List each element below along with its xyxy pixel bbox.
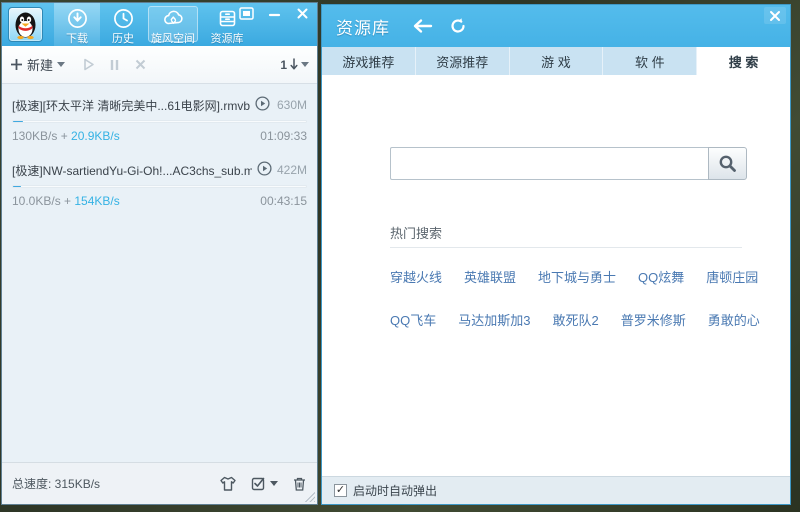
downloader-titlebar: 下载 历史 旋风空间 资源库 [2, 3, 317, 46]
speed-text: 10.0KB/s + 154KB/s [12, 194, 120, 208]
hot-link[interactable]: 马达加斯加3 [458, 310, 530, 329]
page-title: 资源库 [336, 14, 390, 39]
download-item[interactable]: [极速]NW-sartiendYu-Gi-Oh!...AC3chs_sub.mk… [12, 157, 307, 208]
progress-bar [12, 120, 307, 123]
file-size: 422M [277, 163, 307, 177]
tab-resource-recommend[interactable]: 资源推荐 [416, 47, 510, 75]
start-task-button[interactable] [75, 53, 101, 77]
resource-library-icon [217, 7, 238, 29]
file-name: [极速][环太平洋 清晰完美中...61电影网].rmvb [12, 97, 250, 114]
qq-penguin-logo[interactable] [8, 7, 43, 42]
autostart-label: 启动时自动弹出 [353, 482, 437, 499]
hot-link[interactable]: 穿越火线 [390, 267, 442, 286]
file-name: [极速]NW-sartiendYu-Gi-Oh!...AC3chs_sub.mk… [12, 162, 252, 179]
total-speed: 总速度: 315KB/s [12, 475, 100, 492]
hot-search-title: 热门搜索 [390, 223, 442, 242]
back-icon[interactable] [412, 18, 433, 34]
trash-icon[interactable] [292, 476, 307, 492]
hot-link[interactable]: 地下城与勇士 [538, 267, 616, 286]
sort-number: 1 [280, 58, 287, 72]
download-item[interactable]: [极速][环太平洋 清晰完美中...61电影网].rmvb 630M 130KB… [12, 92, 307, 143]
chevron-down-icon [57, 62, 65, 67]
progress-fill [13, 186, 21, 187]
tab-history[interactable]: 历史 [100, 3, 146, 46]
time-remaining: 00:43:15 [260, 194, 307, 208]
speed-text: 130KB/s + 20.9KB/s [12, 129, 120, 143]
file-size: 630M [277, 98, 307, 112]
window-controls [237, 6, 311, 21]
hot-link[interactable]: QQ炫舞 [638, 267, 684, 286]
search-icon [718, 154, 737, 173]
resource-tabs: 游戏推荐 资源推荐 游 戏 软 件 搜 索 [322, 47, 790, 75]
sort-button[interactable]: 1 [280, 58, 309, 72]
tab-download-label: 下载 [66, 30, 88, 46]
minimize-icon[interactable] [265, 6, 283, 21]
download-icon [67, 7, 88, 29]
hot-link[interactable]: 英雄联盟 [464, 267, 516, 286]
resource-library-titlebar: 资源库 [322, 5, 790, 47]
close-icon[interactable] [764, 7, 786, 24]
play-preview-icon[interactable] [255, 96, 270, 114]
batch-select-icon[interactable] [251, 476, 278, 491]
downloader-statusbar: 总速度: 315KB/s [2, 462, 317, 504]
close-icon[interactable] [293, 6, 311, 21]
search-button[interactable] [708, 147, 747, 180]
progress-fill [13, 121, 23, 122]
p2p-speed: 20.9KB/s [71, 129, 120, 143]
sort-arrow-icon [290, 58, 298, 71]
hot-link[interactable]: 勇敢的心 [708, 310, 760, 329]
download-list: [极速][环太平洋 清晰完美中...61电影网].rmvb 630M 130KB… [2, 84, 317, 462]
search-input[interactable] [390, 147, 708, 180]
skin-icon[interactable] [237, 6, 255, 21]
new-task-label: 新建 [27, 55, 53, 74]
skin-tshirt-icon[interactable] [219, 476, 237, 492]
tab-search[interactable]: 搜 索 [697, 47, 790, 75]
new-task-button[interactable]: 新建 [10, 55, 65, 74]
main-tabs: 下载 历史 旋风空间 资源库 [54, 3, 254, 46]
download-toolbar: 新建 1 [2, 46, 317, 84]
autostart-checkbox[interactable] [334, 484, 347, 497]
hot-link[interactable]: 普罗米修斯 [621, 310, 686, 329]
hot-search-links: 穿越火线 英雄联盟 地下城与勇士 QQ炫舞 唐顿庄园 QQ飞车 马达加斯加3 敢… [390, 267, 760, 353]
tab-history-label: 历史 [112, 30, 134, 46]
p2p-speed: 154KB/s [74, 194, 119, 208]
delete-task-button[interactable] [127, 53, 153, 77]
time-remaining: 01:09:33 [260, 129, 307, 143]
resize-grip[interactable] [305, 492, 315, 502]
tab-xuanfeng-space[interactable]: 旋风空间 [146, 3, 200, 46]
chevron-down-icon [270, 481, 278, 486]
hot-link[interactable]: 唐顿庄园 [706, 267, 758, 286]
resource-library-window: 资源库 游戏推荐 资源推荐 游 戏 软 件 搜 索 [321, 4, 791, 505]
history-icon [113, 7, 134, 29]
progress-bar [12, 185, 307, 188]
tab-resource-library-label: 资源库 [211, 30, 244, 46]
divider [390, 247, 742, 248]
tab-software[interactable]: 软 件 [603, 47, 697, 75]
downloader-window: 下载 历史 旋风空间 资源库 [1, 2, 318, 505]
xuanfeng-space-icon [162, 7, 185, 29]
search-page: 热门搜索 穿越火线 英雄联盟 地下城与勇士 QQ炫舞 唐顿庄园 QQ飞车 马达加… [322, 75, 790, 476]
pause-task-button[interactable] [101, 53, 127, 77]
tab-game-recommend[interactable]: 游戏推荐 [322, 47, 416, 75]
tab-xuanfeng-space-label: 旋风空间 [151, 30, 195, 46]
qq-penguin-icon [9, 8, 42, 41]
popup-settings-bar: 启动时自动弹出 [322, 476, 790, 504]
chevron-down-icon [301, 62, 309, 67]
refresh-icon[interactable] [449, 17, 467, 35]
play-preview-icon[interactable] [257, 161, 272, 179]
tab-games[interactable]: 游 戏 [510, 47, 604, 75]
plus-icon [10, 58, 23, 71]
hot-link[interactable]: QQ飞车 [390, 310, 436, 329]
tab-download[interactable]: 下载 [54, 3, 100, 46]
hot-link[interactable]: 敢死队2 [552, 310, 598, 329]
